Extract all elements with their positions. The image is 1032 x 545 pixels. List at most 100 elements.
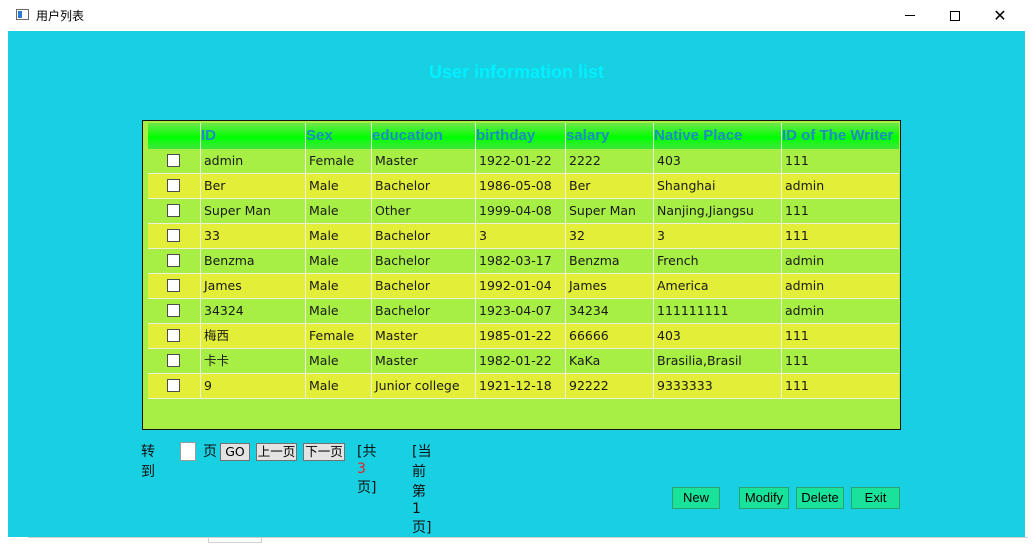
cell-birthday[interactable]: 1921-12-18: [475, 374, 565, 398]
cell-id[interactable]: 梅西: [200, 324, 305, 348]
row-select-checkbox[interactable]: [167, 304, 180, 317]
cell-education[interactable]: Bachelor: [371, 174, 475, 198]
cell-sex[interactable]: Male: [305, 274, 371, 298]
exit-button[interactable]: Exit: [851, 487, 900, 509]
modify-button[interactable]: Modify: [739, 487, 789, 509]
cell-salary[interactable]: Benzma: [565, 249, 653, 273]
cell-native-place[interactable]: 111111111: [653, 299, 781, 323]
cell-writer-id[interactable]: 111: [781, 349, 899, 373]
cell-education[interactable]: Bachelor: [371, 224, 475, 248]
header-education[interactable]: education: [371, 123, 475, 149]
cell-writer-id[interactable]: 111: [781, 149, 899, 173]
header-birthday[interactable]: birthday: [475, 123, 565, 149]
row-select-checkbox[interactable]: [167, 204, 180, 217]
cell-native-place[interactable]: 403: [653, 324, 781, 348]
delete-button[interactable]: Delete: [796, 487, 844, 509]
table-row[interactable]: 卡卡 Male Master 1982-01-22 KaKa Brasilia,Brasi…: [148, 349, 899, 374]
cell-education[interactable]: Bachelor: [371, 274, 475, 298]
table-row[interactable]: 9 Male Junior college 1921-12-18 92222 933333…: [148, 374, 899, 399]
cell-id[interactable]: Super Man: [200, 199, 305, 223]
cell-native-place[interactable]: 9333333: [653, 374, 781, 398]
cell-birthday[interactable]: 1982-01-22: [475, 349, 565, 373]
cell-birthday[interactable]: 1923-04-07: [475, 299, 565, 323]
cell-native-place[interactable]: 403: [653, 149, 781, 173]
page-number-input[interactable]: [180, 442, 196, 461]
row-select-checkbox[interactable]: [167, 229, 180, 242]
cell-sex[interactable]: Female: [305, 149, 371, 173]
cell-education[interactable]: Master: [371, 349, 475, 373]
cell-writer-id[interactable]: 111: [781, 324, 899, 348]
cell-birthday[interactable]: 1992-01-04: [475, 274, 565, 298]
cell-id[interactable]: Benzma: [200, 249, 305, 273]
cell-salary[interactable]: Super Man: [565, 199, 653, 223]
cell-writer-id[interactable]: 111: [781, 224, 899, 248]
cell-id[interactable]: James: [200, 274, 305, 298]
cell-id[interactable]: admin: [200, 149, 305, 173]
cell-salary[interactable]: 32: [565, 224, 653, 248]
cell-salary[interactable]: Ber: [565, 174, 653, 198]
header-salary[interactable]: salary: [565, 123, 653, 149]
cell-birthday[interactable]: 1986-05-08: [475, 174, 565, 198]
close-button[interactable]: ✕: [977, 0, 1023, 31]
cell-sex[interactable]: Male: [305, 174, 371, 198]
header-writer-id[interactable]: ID of The Writer: [781, 123, 899, 149]
prev-page-button[interactable]: 上一页: [256, 443, 297, 461]
cell-salary[interactable]: James: [565, 274, 653, 298]
cell-sex[interactable]: Male: [305, 299, 371, 323]
cell-salary[interactable]: 66666: [565, 324, 653, 348]
cell-writer-id[interactable]: admin: [781, 174, 899, 198]
cell-id[interactable]: Ber: [200, 174, 305, 198]
table-row[interactable]: Super Man Male Other 1999-04-08 Super Man Nan…: [148, 199, 899, 224]
cell-education[interactable]: Junior college: [371, 374, 475, 398]
cell-sex[interactable]: Male: [305, 249, 371, 273]
table-row[interactable]: 梅西 Female Master 1985-01-22 66666 403 111: [148, 324, 899, 349]
cell-native-place[interactable]: America: [653, 274, 781, 298]
cell-education[interactable]: Other: [371, 199, 475, 223]
go-button[interactable]: GO: [220, 443, 250, 461]
table-row[interactable]: 34324 Male Bachelor 1923-04-07 34234 11111111…: [148, 299, 899, 324]
cell-sex[interactable]: Male: [305, 349, 371, 373]
cell-birthday[interactable]: 1982-03-17: [475, 249, 565, 273]
row-select-checkbox[interactable]: [167, 354, 180, 367]
cell-education[interactable]: Master: [371, 149, 475, 173]
cell-birthday[interactable]: 1922-01-22: [475, 149, 565, 173]
cell-birthday[interactable]: 1985-01-22: [475, 324, 565, 348]
row-select-checkbox[interactable]: [167, 254, 180, 267]
cell-id[interactable]: 9: [200, 374, 305, 398]
row-select-checkbox[interactable]: [167, 179, 180, 192]
minimize-button[interactable]: [887, 0, 933, 31]
cell-native-place[interactable]: Nanjing,Jiangsu: [653, 199, 781, 223]
cell-sex[interactable]: Male: [305, 199, 371, 223]
cell-sex[interactable]: Male: [305, 224, 371, 248]
cell-education[interactable]: Bachelor: [371, 249, 475, 273]
table-row[interactable]: admin Female Master 1922-01-22 2222 403 111: [148, 149, 899, 174]
row-select-checkbox[interactable]: [167, 379, 180, 392]
cell-id[interactable]: 卡卡: [200, 349, 305, 373]
cell-salary[interactable]: 92222: [565, 374, 653, 398]
cell-sex[interactable]: Male: [305, 374, 371, 398]
new-button[interactable]: New: [672, 487, 720, 509]
table-row[interactable]: Ber Male Bachelor 1986-05-08 Ber Shanghai admi…: [148, 174, 899, 199]
cell-sex[interactable]: Female: [305, 324, 371, 348]
cell-native-place[interactable]: French: [653, 249, 781, 273]
cell-writer-id[interactable]: 111: [781, 374, 899, 398]
cell-education[interactable]: Bachelor: [371, 299, 475, 323]
table-row[interactable]: 33 Male Bachelor 3 32 3 111: [148, 224, 899, 249]
cell-native-place[interactable]: Brasilia,Brasil: [653, 349, 781, 373]
table-row[interactable]: Benzma Male Bachelor 1982-03-17 Benzma French…: [148, 249, 899, 274]
cell-writer-id[interactable]: admin: [781, 249, 899, 273]
cell-writer-id[interactable]: admin: [781, 274, 899, 298]
cell-native-place[interactable]: 3: [653, 224, 781, 248]
cell-birthday[interactable]: 1999-04-08: [475, 199, 565, 223]
cell-id[interactable]: 34324: [200, 299, 305, 323]
header-native-place[interactable]: Native Place: [653, 123, 781, 149]
row-select-checkbox[interactable]: [167, 279, 180, 292]
header-id[interactable]: ID: [200, 123, 305, 149]
header-sex[interactable]: Sex: [305, 123, 371, 149]
cell-salary[interactable]: KaKa: [565, 349, 653, 373]
cell-salary[interactable]: 2222: [565, 149, 653, 173]
cell-native-place[interactable]: Shanghai: [653, 174, 781, 198]
cell-education[interactable]: Master: [371, 324, 475, 348]
cell-id[interactable]: 33: [200, 224, 305, 248]
cell-salary[interactable]: 34234: [565, 299, 653, 323]
